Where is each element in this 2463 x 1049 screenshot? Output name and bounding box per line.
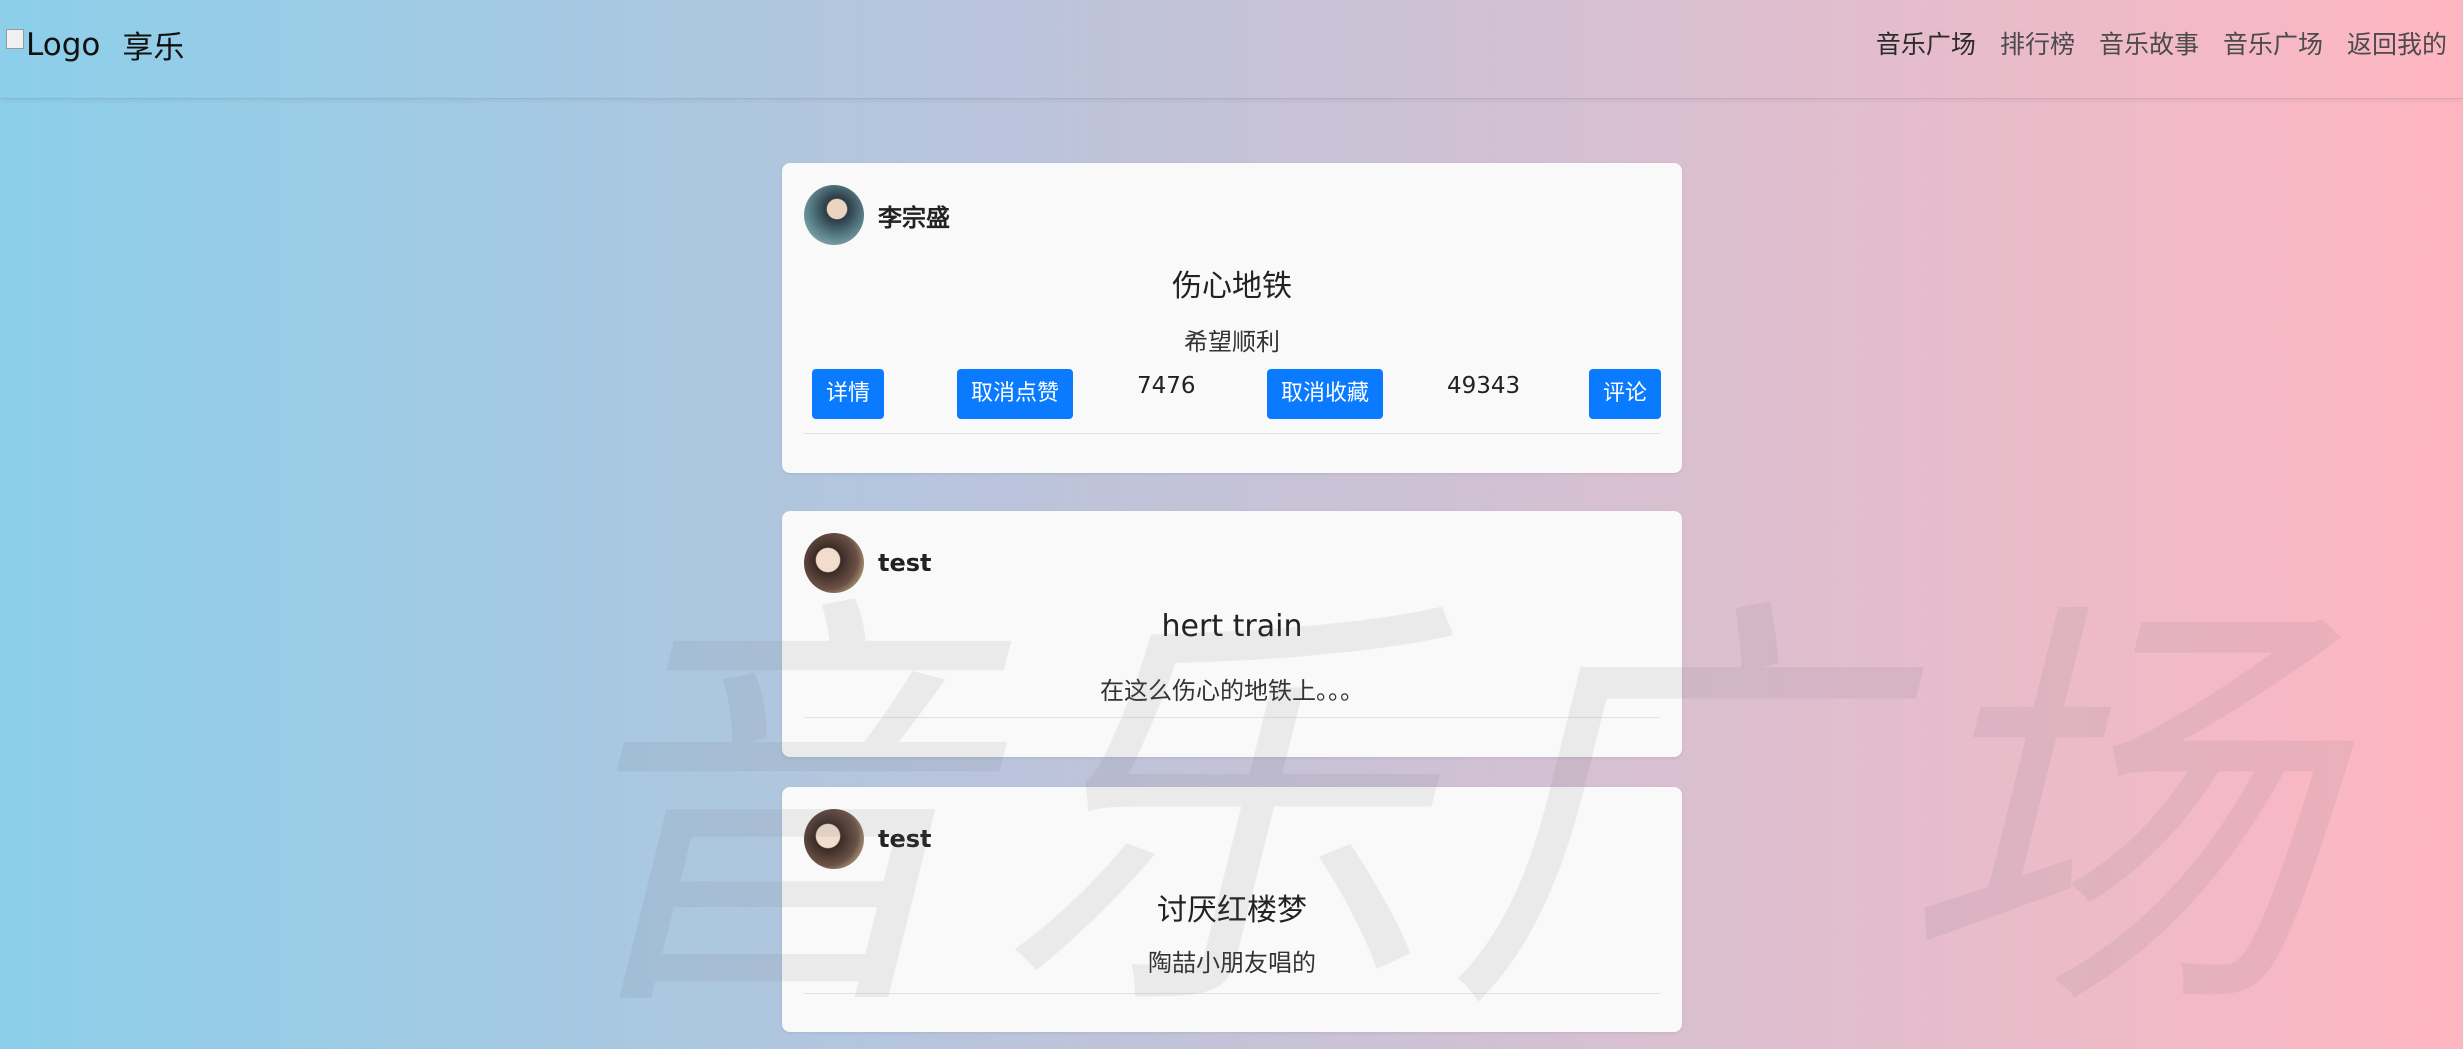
- nav-link-music-plaza-2[interactable]: 音乐广场: [2223, 25, 2323, 61]
- nav-links: 音乐广场 排行榜 音乐故事 音乐广场 返回我的: [1876, 25, 2447, 61]
- nav-link-back-to-mine[interactable]: 返回我的: [2347, 25, 2447, 61]
- avatar: [804, 185, 864, 245]
- avatar: [804, 533, 864, 593]
- brand-name: 享乐: [122, 30, 185, 66]
- post-card: 李宗盛 伤心地铁 希望顺利 详情 取消点赞 7476 取消收藏 49343 评论: [782, 163, 1682, 473]
- post-title: 伤心地铁: [1172, 269, 1292, 304]
- author-name: test: [878, 549, 932, 577]
- divider: [804, 717, 1660, 718]
- post-author: test: [804, 533, 932, 593]
- post-card: test hert train 在这么伤心的地铁上。。。: [782, 511, 1682, 757]
- favorite-count: 49343: [1447, 373, 1521, 399]
- post-author: test: [804, 809, 932, 869]
- divider: [804, 993, 1660, 994]
- post-subtitle: 在这么伤心的地铁上。。。: [1100, 677, 1364, 705]
- unfavorite-button[interactable]: 取消收藏: [1267, 369, 1384, 419]
- post-subtitle: 希望顺利: [1184, 328, 1280, 356]
- logo-alt-text: Logo: [26, 26, 101, 63]
- detail-button[interactable]: 详情: [812, 369, 885, 419]
- author-name: 李宗盛: [878, 203, 950, 232]
- broken-image-icon: [6, 28, 24, 49]
- nav-link-music-stories[interactable]: 音乐故事: [2099, 25, 2199, 61]
- post-author: 李宗盛: [804, 185, 950, 245]
- nav-link-ranking[interactable]: 排行榜: [2000, 25, 2075, 61]
- author-name: test: [878, 825, 932, 853]
- post-title: hert train: [1161, 609, 1303, 644]
- post-title: 讨厌红楼梦: [1157, 893, 1307, 928]
- post-card: test 讨厌红楼梦 陶喆小朋友唱的: [782, 787, 1682, 1032]
- avatar: [804, 809, 864, 869]
- logo-image: Logo: [6, 25, 100, 65]
- unlike-button[interactable]: 取消点赞: [957, 369, 1074, 419]
- nav-link-music-plaza[interactable]: 音乐广场: [1876, 25, 1976, 61]
- comment-button[interactable]: 评论: [1589, 369, 1662, 419]
- divider: [804, 433, 1660, 434]
- like-count: 7476: [1137, 373, 1196, 399]
- brand[interactable]: Logo 享乐: [6, 22, 184, 67]
- post-subtitle: 陶喆小朋友唱的: [1148, 949, 1316, 977]
- top-navbar: Logo 享乐 音乐广场 排行榜 音乐故事 音乐广场 返回我的: [0, 0, 2463, 99]
